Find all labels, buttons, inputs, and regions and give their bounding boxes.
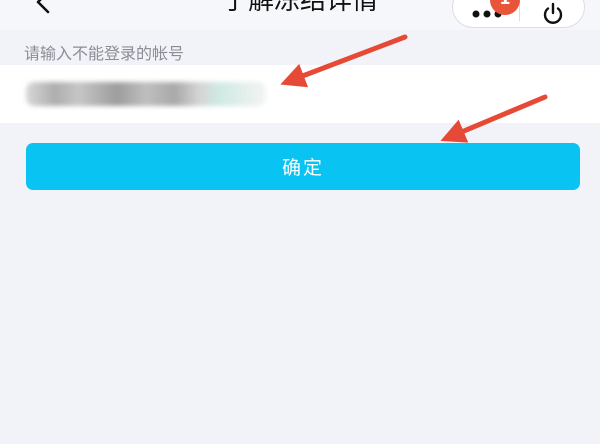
arrow-to-button xyxy=(440,94,548,143)
arrow-to-input xyxy=(280,34,408,88)
annotation-arrows xyxy=(280,34,548,143)
